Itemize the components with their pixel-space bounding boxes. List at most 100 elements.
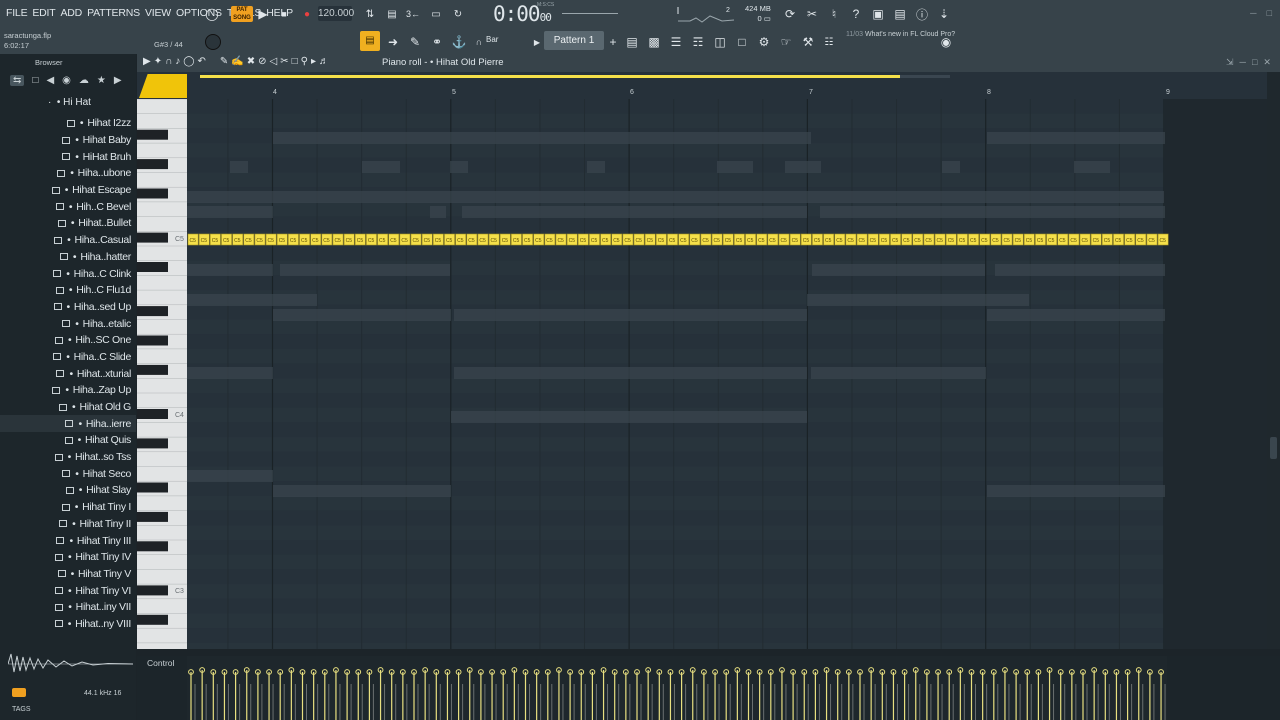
touch-icon[interactable]: ☞	[777, 33, 795, 51]
piano-keyboard[interactable]: C5 C4 C3	[137, 99, 187, 649]
save-icon[interactable]: ▣	[869, 5, 887, 23]
tags-label[interactable]: TAGS	[12, 706, 31, 713]
delete-tool-icon[interactable]: ✖	[247, 56, 255, 67]
cut-icon[interactable]: ✂	[803, 5, 821, 23]
black-key[interactable]	[137, 364, 168, 375]
draw-tool-icon[interactable]: ✎	[220, 56, 228, 67]
mixer-icon[interactable]: ▤	[891, 5, 909, 23]
pr-detach-icon[interactable]: ⇲	[1226, 57, 1240, 67]
browser-item[interactable]: • Hiha..sed Up	[0, 299, 136, 316]
black-key[interactable]	[137, 129, 168, 140]
browser-item[interactable]: • Hiha..etalic	[0, 315, 136, 332]
black-key[interactable]	[137, 614, 168, 625]
note-grid[interactable]: C5 C5 C5 C5 C5 C5 C5 C5 C5 C5 C5 C5 C5 C5 C5 C5 C5 C5 C5 C5…	[187, 99, 1267, 649]
black-key[interactable]	[137, 585, 168, 596]
tools-icon[interactable]: ⚒	[799, 33, 817, 51]
stamp-icon[interactable]: ⚓	[450, 33, 468, 51]
slip-tool-icon[interactable]: ◁	[270, 56, 278, 67]
mute-tool-icon[interactable]: ⊘	[258, 56, 266, 67]
pat-song-toggle[interactable]: PAT SONG	[231, 6, 253, 22]
browser-item[interactable]: • Hihat..xturial	[0, 365, 136, 382]
add-pattern-icon[interactable]: +	[604, 33, 622, 51]
time-selection-bar[interactable]	[200, 75, 900, 78]
speaker-icon[interactable]: ♬	[319, 56, 329, 67]
arrow-right-icon[interactable]: ➜	[384, 33, 402, 51]
browser-item[interactable]: • Hihat Old G	[0, 399, 136, 416]
snap-selector[interactable]: Bar	[486, 35, 498, 44]
browser-item[interactable]: • Hihat Escape	[0, 182, 136, 199]
browser-item[interactable]: • Hihat Tiny VI	[0, 582, 136, 599]
channel-rack-icon[interactable]: ☰	[667, 33, 685, 51]
note-icon[interactable]: ♪	[175, 56, 180, 67]
menu-edit[interactable]: EDIT	[32, 7, 55, 19]
file-icon[interactable]: □	[733, 33, 751, 51]
pr-close-icon[interactable]: ✕	[1263, 57, 1277, 67]
black-key[interactable]	[137, 511, 168, 522]
browser-item[interactable]: • Hihat Quis	[0, 432, 136, 449]
black-key[interactable]	[137, 335, 168, 346]
browser-item[interactable]: • Hihat..so Tss	[0, 449, 136, 466]
stop-icon[interactable]: ■	[275, 5, 293, 23]
browser-item[interactable]: • Hihat Slay	[0, 482, 136, 499]
control-label[interactable]: Control	[147, 658, 174, 668]
refresh-icon[interactable]: ⟳	[781, 5, 799, 23]
typing-keyboard-icon[interactable]: ▤	[360, 31, 380, 51]
pr-minimize-icon[interactable]: ─	[1240, 57, 1252, 67]
browser-files-icon[interactable]: □	[32, 75, 38, 86]
black-key[interactable]	[137, 541, 168, 552]
browser-item[interactable]: • Hih..SC One	[0, 332, 136, 349]
browser-item[interactable]: • Hiha..C Clink	[0, 265, 136, 282]
step-icon[interactable]: ◯	[183, 56, 194, 67]
magic-icon[interactable]: ✦	[154, 56, 162, 67]
info-icon[interactable]: ⓘ	[913, 5, 931, 23]
paint-tool-icon[interactable]: ✍	[231, 56, 243, 67]
browser-item[interactable]: • Hiha..hatter	[0, 249, 136, 266]
browser-item[interactable]: • Hihat Tiny IV	[0, 549, 136, 566]
browser-item[interactable]: • Hihat Tiny V	[0, 566, 136, 583]
velocity-lane[interactable]	[187, 656, 1167, 720]
browser-item[interactable]: • Hihat Tiny I	[0, 499, 136, 516]
browser-item[interactable]: • Hih..C Flu1d	[0, 282, 136, 299]
download-icon[interactable]: ⇣	[935, 5, 953, 23]
browser-folder[interactable]: · • Hi Hat	[48, 97, 91, 108]
browser-item[interactable]: • Hiha..Casual	[0, 232, 136, 249]
preview-play-button[interactable]	[12, 688, 26, 697]
menu-patterns[interactable]: PATTERNS	[87, 7, 140, 19]
tempo-display[interactable]: 120.000	[318, 6, 354, 21]
record-icon[interactable]: ●	[298, 5, 316, 23]
browser-item[interactable]: • Hih..C Bevel	[0, 198, 136, 215]
browser-item[interactable]: • Hiha..C Slide	[0, 349, 136, 366]
help-icon[interactable]: ?	[847, 5, 865, 23]
cart-icon[interactable]: ☷	[820, 33, 838, 51]
browser-view-icon[interactable]: ◫	[711, 33, 729, 51]
plugin-icon[interactable]: ⚙	[755, 33, 773, 51]
black-key[interactable]	[137, 262, 168, 272]
blend-icon[interactable]: ▭	[427, 5, 445, 23]
browser-back-icon[interactable]: ◀	[46, 75, 54, 86]
wait-icon[interactable]: ▤	[383, 5, 401, 23]
countdown-icon[interactable]: 3←	[404, 5, 422, 23]
pattern-selector[interactable]: Pattern 1	[544, 31, 604, 50]
playback-tool-icon[interactable]: ▸	[311, 56, 316, 67]
main-pitch-knob[interactable]	[205, 34, 221, 50]
menu-add[interactable]: ADD	[61, 7, 83, 19]
browser-item[interactable]: • Hiha..Zap Up	[0, 382, 136, 399]
browser-item[interactable]: • HiHat Bruh	[0, 148, 136, 165]
menu-file[interactable]: FILE	[6, 7, 28, 19]
microphone-icon[interactable]: ♮	[825, 5, 843, 23]
browser-cloud-icon[interactable]: ☁	[79, 75, 89, 86]
browser-more-icon[interactable]: ▶	[114, 75, 122, 86]
mixer-view-icon[interactable]: ☶	[689, 33, 707, 51]
playlist-icon[interactable]: ▤	[623, 33, 641, 51]
zoom-tool-icon[interactable]: ⚲	[301, 56, 308, 67]
minimize-icon[interactable]: ─	[1250, 8, 1256, 18]
browser-item[interactable]: • Hihat Seco	[0, 465, 136, 482]
black-key[interactable]	[137, 232, 168, 243]
black-key[interactable]	[137, 482, 168, 493]
pencil-icon[interactable]: ✎	[406, 33, 424, 51]
piano-roll-icon[interactable]: ▩	[645, 33, 663, 51]
maximize-icon[interactable]: □	[1267, 8, 1272, 18]
loop-record-icon[interactable]: ↻	[449, 5, 467, 23]
browser-item[interactable]: • Hiha..ierre	[0, 415, 136, 433]
browser-favorites-icon[interactable]: ★	[97, 75, 106, 86]
